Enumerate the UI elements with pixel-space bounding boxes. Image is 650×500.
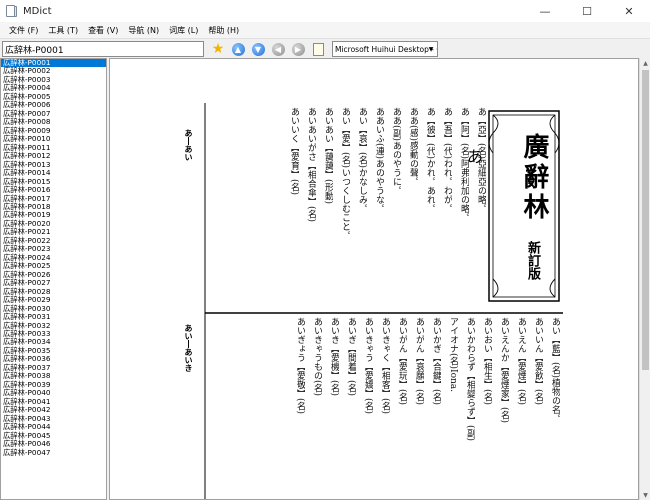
mdict-app-icon xyxy=(5,5,17,17)
maximize-button[interactable]: ☐ xyxy=(566,0,608,22)
menu-navigate[interactable]: 导航 (N) xyxy=(123,25,164,36)
favorite-star-icon[interactable]: ★ xyxy=(210,41,226,57)
dictionary-entry: あ【彼】(代)かれ。あれ。 xyxy=(425,107,435,214)
dictionary-entry: ああ(感)感動の聲。 xyxy=(408,107,418,187)
bottom-entries: あい【藍】(名)植物の名。 あいいん【愛飲】(名) あいえん【愛煙】(名) あいえんか… xyxy=(202,317,560,499)
vertical-scrollbar[interactable]: ▲ ▼ xyxy=(639,58,650,500)
menu-help[interactable]: 帮助 (H) xyxy=(203,25,244,36)
chevron-down-icon[interactable]: ▼ xyxy=(426,43,436,55)
dictionary-entry: あいぎょう【愛敬】(名) xyxy=(295,317,305,415)
menu-file[interactable]: 文件 (F) xyxy=(4,25,43,36)
list-item[interactable]: 広辞林-P0047 xyxy=(1,448,106,457)
dictionary-entry: アイオナ(名)Iona. xyxy=(448,317,458,393)
voice-select[interactable]: Microsoft Huihui Desktop - C ▼ xyxy=(332,41,438,57)
dictionary-entry: あいえん【愛煙】(名) xyxy=(516,317,526,406)
dictionary-entry: あいがん【哀願】(名) xyxy=(414,317,424,406)
arrow-down-icon[interactable]: ▼ xyxy=(250,41,266,57)
dictionary-entry: あ【吾】(代)われ。わが。 xyxy=(442,107,452,214)
scroll-up-icon[interactable]: ▲ xyxy=(640,58,650,68)
dictionary-entry: ああ(副)あのやうに。 xyxy=(391,107,401,196)
search-input[interactable] xyxy=(2,41,204,57)
minimize-button[interactable]: — xyxy=(524,0,566,22)
dictionary-entry: あいえんか【愛煙家】(名) xyxy=(499,317,509,424)
scroll-down-icon[interactable]: ▼ xyxy=(640,490,650,500)
top-entries: あ【亞】(名)亞細亞の略。 あ【阿】(名)阿弗利加の略。 あ【吾】(代)われ。わが。… xyxy=(202,107,486,305)
dictionary-entry: あいおい【相生】(名) xyxy=(482,317,492,406)
dictionary-entry: あ【阿】(名)阿弗利加の略。 xyxy=(459,107,469,223)
voice-select-value: Microsoft Huihui Desktop - C xyxy=(335,44,438,54)
dictionary-entry: あいいく【愛育】(名) xyxy=(289,107,299,196)
page-edition: 新訂版 xyxy=(525,241,540,280)
dictionary-entry: あいかわらず【相變らず】(副) xyxy=(465,317,475,442)
entry-list[interactable]: 広辞林-P0001 広辞林-P0002 広辞林-P0003 広辞林-P0004 広辞林-… xyxy=(0,58,107,500)
dictionary-entry: あいあい【藹藹】(形動) xyxy=(323,107,333,205)
dictionary-entry: あい【愛】(名)いつくしむこと。 xyxy=(340,107,350,241)
toolbar: ★ ▲ ▼ ◀ ▶ ◀ Microsoft Huihui Desktop - C… xyxy=(0,38,650,58)
dictionary-entry: あ【亞】(名)亞細亞の略。 xyxy=(476,107,486,214)
page-icon[interactable] xyxy=(310,41,326,57)
running-head-bottom: あい―あいき xyxy=(184,324,194,372)
menu-view[interactable]: 查看 (V) xyxy=(83,25,123,36)
dictionary-entry: あい【哀】(名)かなしみ。 xyxy=(357,107,367,214)
running-head-top: あ―あい xyxy=(184,129,194,161)
menu-bar: 文件 (F) 工具 (T) 查看 (V) 导航 (N) 词库 (L) 帮助 (H… xyxy=(0,22,650,38)
dictionary-entry: あいあいがさ【相合傘】(名) xyxy=(306,107,316,223)
dictionary-entry: あい【藍】(名)植物の名。 xyxy=(550,317,560,424)
dictionary-entry: あいいん【愛飲】(名) xyxy=(533,317,543,406)
page-viewer[interactable]: 廣辭林 新訂版 あ あ―あい あい―あいき あ【亞】(名)亞細亞の略。 あ【阿】(… xyxy=(109,58,639,500)
menu-library[interactable]: 词库 (L) xyxy=(164,25,203,36)
dictionary-entry: あいきゃく【相客】(名) xyxy=(380,317,390,415)
dictionary-entry: あいきゃう【愛嬌】(名) xyxy=(363,317,373,415)
title-bar: MDict — ☐ ✕ xyxy=(0,0,650,22)
dictionary-entry: あいき【愛機】(名) xyxy=(329,317,339,397)
close-button[interactable]: ✕ xyxy=(608,0,650,22)
dictionary-entry: あいぎ【間着】(名) xyxy=(346,317,356,397)
page-title: 廣辭林 xyxy=(519,133,549,223)
forward-disabled-icon[interactable]: ▶ xyxy=(290,41,306,57)
arrow-up-icon[interactable]: ▲ xyxy=(230,41,246,57)
menu-tools[interactable]: 工具 (T) xyxy=(43,25,83,36)
back-disabled-icon[interactable]: ◀ xyxy=(270,41,286,57)
window-title: MDict xyxy=(23,5,52,17)
scroll-thumb[interactable] xyxy=(642,70,649,370)
dictionary-entry: あいがん【愛玩】(名) xyxy=(397,317,407,406)
dictionary-entry: ああいふ(連)あのやうな。 xyxy=(374,107,384,214)
dictionary-entry: あいかぎ【合鍵】(名) xyxy=(431,317,441,406)
dictionary-entry: あいきゃうもの(名) xyxy=(312,317,322,397)
